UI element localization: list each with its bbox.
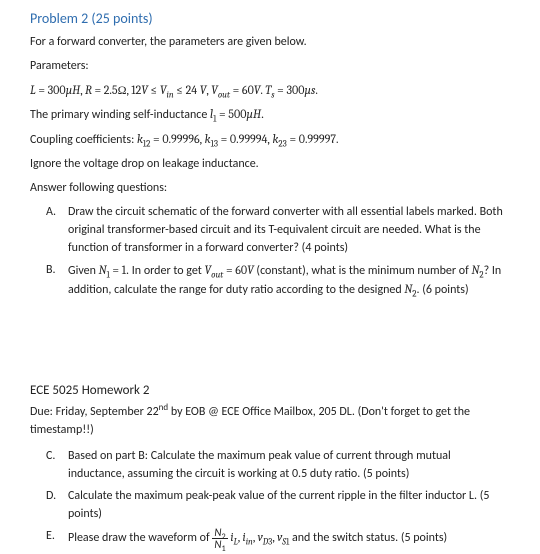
page-gap — [30, 303, 510, 381]
parameters-line: L = 300µH, R = 2.5Ω, 12V ≤ Vin ≤ 24 V, V… — [30, 81, 510, 99]
question-c: C. Based on part B: Calculate the maximu… — [68, 447, 510, 483]
page: Problem 2 (25 points) For a forward conv… — [0, 0, 540, 510]
question-b-text: Given N1 = 1. In order to get Vout = 60V… — [68, 264, 501, 297]
due-line: Due: Friday, September 22nd by EOB @ ECE… — [30, 403, 510, 439]
question-a-text: Draw the circuit schematic of the forwar… — [68, 205, 503, 255]
marker-c: C. — [46, 447, 66, 465]
marker-b: B. — [46, 261, 66, 279]
fraction-n2-n1: N2N1 — [212, 527, 227, 551]
question-e: E. Please draw the waveform of N2N1 iL, … — [68, 527, 510, 551]
question-e-text: Please draw the waveform of N2N1 iL, iin… — [68, 531, 447, 545]
ignore-line: Ignore the voltage drop on leakage induc… — [30, 155, 510, 173]
coupling-line: Coupling coefficients: k12 = 0.99996, k1… — [30, 130, 510, 149]
question-d: D. Calculate the maximum peak-peak value… — [68, 487, 510, 523]
question-list-top: A. Draw the circuit schematic of the for… — [30, 203, 510, 299]
marker-d: D. — [46, 487, 66, 505]
parameters-label: Parameters: — [30, 57, 510, 75]
question-a: A. Draw the circuit schematic of the for… — [68, 203, 510, 257]
question-c-text: Based on part B: Calculate the maximum p… — [68, 449, 451, 481]
question-e-prefix: Please draw the waveform of — [68, 531, 212, 545]
course-title: ECE 5025 Homework 2 — [30, 381, 510, 401]
intro-text: For a forward converter, the parameters … — [30, 33, 510, 51]
problem-title: Problem 2 (25 points) — [30, 8, 510, 29]
question-b: B. Given N1 = 1. In order to get Vout = … — [68, 261, 510, 299]
question-list-bottom: C. Based on part B: Calculate the maximu… — [30, 447, 510, 551]
self-inductance-line: The primary winding self-inductance l1 =… — [30, 105, 510, 124]
marker-a: A. — [46, 203, 66, 221]
marker-e: E. — [46, 527, 66, 545]
question-e-suffix: and the switch status. (5 points) — [292, 531, 447, 545]
question-d-text: Calculate the maximum peak-peak value of… — [68, 489, 489, 521]
answer-following: Answer following questions: — [30, 179, 510, 197]
